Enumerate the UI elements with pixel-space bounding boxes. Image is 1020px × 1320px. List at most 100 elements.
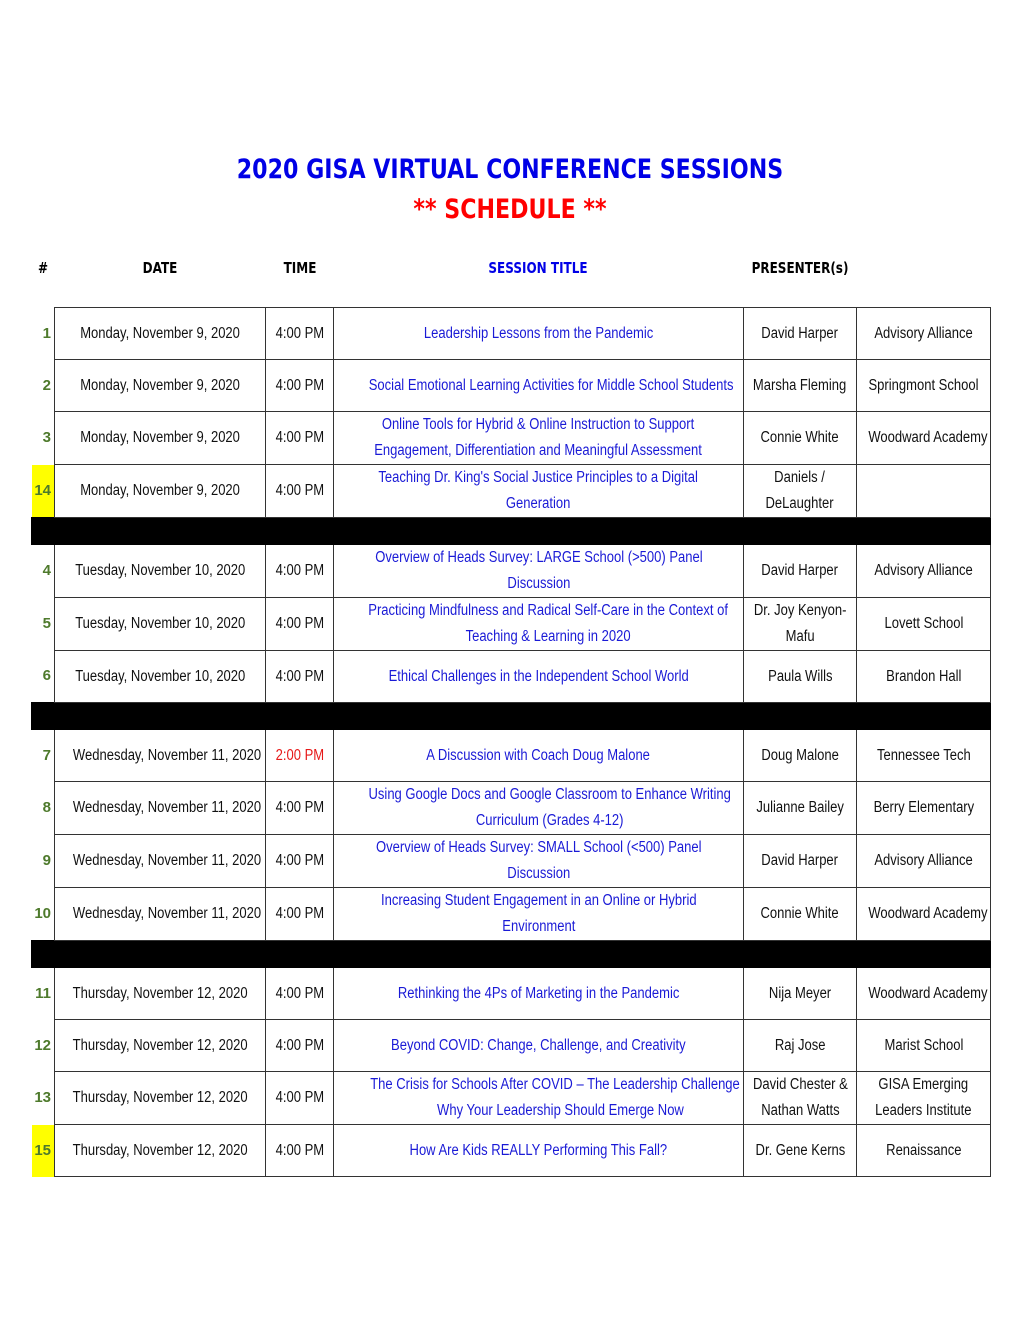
cell-line: A Discussion with Coach Doug Malone [426,746,651,764]
session-time: 4:00 PM [265,464,334,518]
session-title[interactable]: Overview of Heads Survey: SMALL School (… [333,834,744,888]
cell-line: How Are Kids REALLY Performing This Fall… [409,1141,668,1159]
cell-text: Marsha Fleming [753,373,846,399]
cell-text: Social Emotional Learning Activities for… [369,373,734,399]
time-text: 4:00 PM [275,376,324,394]
cell-line: Raj Jose [774,1036,826,1054]
session-title[interactable]: Online Tools for Hybrid & Online Instruc… [333,411,744,465]
time-text: 4:00 PM [275,1141,324,1159]
session-number: 5 [42,615,51,632]
session-title[interactable]: How Are Kids REALLY Performing This Fall… [333,1124,744,1177]
cell-line: Dr. Joy Kenyon- [753,602,847,619]
session-date: Wednesday, November 11, 2020 [54,729,266,782]
session-number: 9 [42,852,51,869]
cell-line: Dr. Gene Kerns [755,1141,845,1159]
cell-line: Curriculum (Grades 4-12) [475,812,624,829]
session-presenter: Julianne Bailey [743,781,857,835]
session-row: 5 Tuesday, November 10, 2020 4:00 PM Practi… [32,597,991,651]
session-title[interactable]: Increasing Student Engagement in an Onli… [333,887,744,941]
session-number: 6 [42,667,51,685]
session-title[interactable]: Practicing Mindfulness and Radical Self-… [333,597,744,651]
session-title[interactable]: Using Google Docs and Google Classroom t… [333,781,744,835]
session-title[interactable]: A Discussion with Coach Doug Malone [333,729,744,782]
cell-line: Leadership Lessons from the Pandemic [423,324,654,342]
header-number: # [37,259,49,277]
cell-text: Woodward Academy [868,901,987,927]
session-presenter: David Harper [743,307,857,360]
header-date: DATE [142,259,178,277]
cell-text: Doug Malone [761,743,838,769]
cell-line: Nathan Watts [761,1102,840,1119]
cell-line: Discussion [507,575,570,592]
time-text: 4:00 PM [275,1089,324,1106]
cell-text: Woodward Academy [868,981,987,1007]
session-time: 4:00 PM [265,967,334,1020]
session-number: 8 [42,799,51,816]
separator-bar [31,517,991,545]
session-time: 4:00 PM [265,597,334,651]
session-organization [856,464,991,518]
cell-line: Doug Malone [761,746,839,764]
session-organization: Marist School [856,1019,991,1072]
session-title[interactable]: Leadership Lessons from the Pandemic [333,307,744,360]
session-row: 12 Thursday, November 12, 2020 4:00 PM Beyo… [32,1019,991,1072]
session-organization: Tennessee Tech [856,729,991,782]
time-text: 4:00 PM [275,667,324,685]
session-row: 4 Tuesday, November 10, 2020 4:00 PM Overvi… [32,544,991,598]
session-date: Thursday, November 12, 2020 [54,1124,266,1177]
cell-text: Nija Meyer [769,981,831,1007]
cell-text: Woodward Academy [868,425,987,451]
date-text: Wednesday, November 11, 2020 [72,799,262,816]
cell-text: David Harper [762,558,839,584]
session-row: 7 Wednesday, November 11, 2020 2:00 PM A Di… [32,729,991,782]
session-date: Thursday, November 12, 2020 [54,1019,266,1072]
cell-text: Berry Elementary [873,795,974,821]
time-text: 4:00 PM [275,429,324,446]
cell-line: David Chester & [753,1076,848,1093]
cell-line: GISA Emerging [878,1076,969,1093]
date-text: Wednesday, November 11, 2020 [72,746,262,764]
date-text: Wednesday, November 11, 2020 [72,852,262,869]
date-text: Monday, November 9, 2020 [80,324,240,342]
session-row: 2 Monday, November 9, 2020 4:00 PM Social E… [32,359,991,412]
session-presenter: Paula Wills [743,650,857,703]
session-presenter: Connie White [743,411,857,465]
session-date: Wednesday, November 11, 2020 [54,781,266,835]
date-text: Tuesday, November 10, 2020 [74,667,246,685]
session-presenter: Doug Malone [743,729,857,782]
cell-line: Connie White [760,429,840,446]
session-number: 11 [35,984,51,1002]
cell-line: Advisory Alliance [874,562,973,579]
session-date: Monday, November 9, 2020 [54,307,266,360]
session-title[interactable]: Overview of Heads Survey: LARGE School (… [333,544,744,598]
cell-line: Nija Meyer [768,984,832,1002]
cell-line: Springmont School [868,376,979,394]
session-time: 4:00 PM [265,1071,334,1125]
session-title[interactable]: Teaching Dr. King's Social Justice Princ… [333,464,744,518]
date-text: Monday, November 9, 2020 [80,376,240,394]
cell-text: Using Google Docs and Google Classroom t… [369,783,731,834]
session-title[interactable]: Beyond COVID: Change, Challenge, and Cre… [333,1019,744,1072]
session-date: Thursday, November 12, 2020 [54,967,266,1020]
cell-text: Beyond COVID: Change, Challenge, and Cre… [391,1033,686,1059]
session-title[interactable]: The Crisis for Schools After COVID – The… [333,1071,744,1125]
day-separator [31,940,991,968]
session-date: Monday, November 9, 2020 [54,359,266,412]
session-time: 4:00 PM [265,544,334,598]
session-title[interactable]: Social Emotional Learning Activities for… [333,359,744,412]
session-organization: Brandon Hall [856,650,991,703]
session-date: Wednesday, November 11, 2020 [54,887,266,941]
time-text: 4:00 PM [275,905,324,922]
session-presenter: Raj Jose [743,1019,857,1072]
cell-text: Dr. Gene Kerns [755,1138,845,1164]
session-organization: Advisory Alliance [856,834,991,888]
session-row: 9 Wednesday, November 11, 2020 4:00 PM Over… [32,834,991,888]
time-text: 4:00 PM [275,562,324,579]
session-presenter: David Harper [743,834,857,888]
cell-line: Woodward Academy [868,429,988,446]
cell-line: Brandon Hall [885,667,962,685]
session-title[interactable]: Rethinking the 4Ps of Marketing in the P… [333,967,744,1020]
cell-line: Overview of Heads Survey: LARGE School (… [374,549,703,566]
cell-text: Advisory Alliance [874,321,972,347]
session-title[interactable]: Ethical Challenges in the Independent Sc… [333,650,744,703]
